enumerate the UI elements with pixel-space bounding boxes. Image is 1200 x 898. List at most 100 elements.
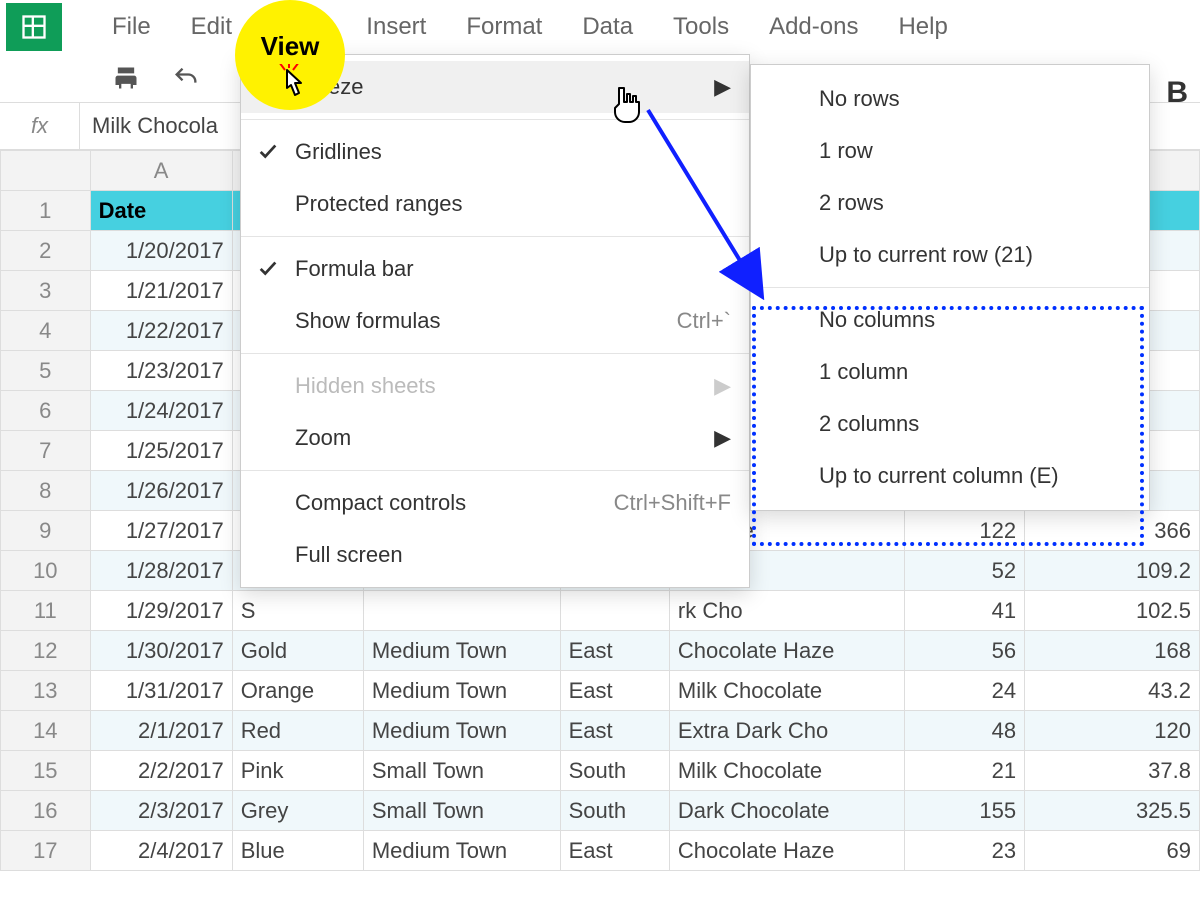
freeze-item[interactable]: Up to current column (E) bbox=[751, 450, 1149, 502]
cell[interactable]: 41 bbox=[904, 591, 1024, 631]
cell[interactable]: 1/29/2017 bbox=[90, 591, 232, 631]
row-number[interactable]: 17 bbox=[1, 831, 91, 871]
cell[interactable]: 1/22/2017 bbox=[90, 311, 232, 351]
table-row[interactable]: 131/31/2017OrangeMedium TownEastMilk Cho… bbox=[1, 671, 1200, 711]
cell[interactable]: East bbox=[560, 711, 669, 751]
freeze-item[interactable]: 2 rows bbox=[751, 177, 1149, 229]
cell[interactable]: East bbox=[560, 631, 669, 671]
table-row[interactable]: 162/3/2017GreySmall TownSouthDark Chocol… bbox=[1, 791, 1200, 831]
cell[interactable]: 102.5 bbox=[1025, 591, 1200, 631]
cell[interactable]: Pink bbox=[232, 751, 363, 791]
freeze-item[interactable]: No columns bbox=[751, 294, 1149, 346]
cell[interactable]: Chocolate Haze bbox=[669, 631, 904, 671]
row-number[interactable]: 5 bbox=[1, 351, 91, 391]
cell[interactable]: 1/25/2017 bbox=[90, 431, 232, 471]
menu-item-gridlines[interactable]: Gridlines bbox=[241, 126, 749, 178]
menu-insert[interactable]: Insert bbox=[346, 9, 446, 45]
cell[interactable]: 325.5 bbox=[1025, 791, 1200, 831]
row-number[interactable]: 1 bbox=[1, 191, 91, 231]
row-number[interactable]: 4 bbox=[1, 311, 91, 351]
menu-item-full-screen[interactable]: Full screen bbox=[241, 529, 749, 581]
row-number[interactable]: 2 bbox=[1, 231, 91, 271]
cell[interactable]: Red bbox=[232, 711, 363, 751]
cell[interactable] bbox=[363, 591, 560, 631]
row-number[interactable]: 14 bbox=[1, 711, 91, 751]
row-number[interactable]: 13 bbox=[1, 671, 91, 711]
app-logo[interactable] bbox=[6, 3, 62, 51]
cell[interactable]: S bbox=[232, 591, 363, 631]
table-row[interactable]: 152/2/2017PinkSmall TownSouthMilk Chocol… bbox=[1, 751, 1200, 791]
cell[interactable]: Medium Town bbox=[363, 711, 560, 751]
cell[interactable]: 2/4/2017 bbox=[90, 831, 232, 871]
cell[interactable]: 1/28/2017 bbox=[90, 551, 232, 591]
freeze-item[interactable]: No rows bbox=[751, 73, 1149, 125]
row-number[interactable]: 10 bbox=[1, 551, 91, 591]
cell[interactable] bbox=[560, 591, 669, 631]
row-number[interactable]: 12 bbox=[1, 631, 91, 671]
cell[interactable]: 43.2 bbox=[1025, 671, 1200, 711]
column-header[interactable]: A bbox=[90, 151, 232, 191]
cell[interactable]: Small Town bbox=[363, 751, 560, 791]
cell[interactable]: Orange bbox=[232, 671, 363, 711]
cell[interactable]: 1/20/2017 bbox=[90, 231, 232, 271]
row-number[interactable]: 7 bbox=[1, 431, 91, 471]
table-row[interactable]: 121/30/2017GoldMedium TownEastChocolate … bbox=[1, 631, 1200, 671]
row-number[interactable]: 8 bbox=[1, 471, 91, 511]
menu-add-ons[interactable]: Add-ons bbox=[749, 9, 878, 45]
row-number[interactable]: 9 bbox=[1, 511, 91, 551]
menu-help[interactable]: Help bbox=[878, 9, 967, 45]
menu-item-show-formulas[interactable]: Show formulasCtrl+` bbox=[241, 295, 749, 347]
menu-data[interactable]: Data bbox=[562, 9, 653, 45]
bold-button[interactable]: B bbox=[1166, 76, 1188, 110]
cell[interactable]: Grey bbox=[232, 791, 363, 831]
cell[interactable]: 69 bbox=[1025, 831, 1200, 871]
freeze-item[interactable]: Up to current row (21) bbox=[751, 229, 1149, 281]
menu-format[interactable]: Format bbox=[446, 9, 562, 45]
cell[interactable]: Chocolate Haze bbox=[669, 831, 904, 871]
cell[interactable]: 366 bbox=[1025, 511, 1200, 551]
cell[interactable]: 37.8 bbox=[1025, 751, 1200, 791]
menu-item-compact-controls[interactable]: Compact controlsCtrl+Shift+F bbox=[241, 477, 749, 529]
cell[interactable]: 1/30/2017 bbox=[90, 631, 232, 671]
menu-item-formula-bar[interactable]: Formula bar bbox=[241, 243, 749, 295]
row-number[interactable]: 6 bbox=[1, 391, 91, 431]
cell[interactable]: Medium Town bbox=[363, 831, 560, 871]
print-icon[interactable] bbox=[110, 62, 142, 94]
cell[interactable]: 168 bbox=[1025, 631, 1200, 671]
cell[interactable]: Gold bbox=[232, 631, 363, 671]
cell[interactable]: Extra Dark Cho bbox=[669, 711, 904, 751]
cell[interactable]: 155 bbox=[904, 791, 1024, 831]
cell[interactable]: 1/21/2017 bbox=[90, 271, 232, 311]
cell[interactable]: 1/27/2017 bbox=[90, 511, 232, 551]
cell[interactable]: 2/1/2017 bbox=[90, 711, 232, 751]
row-number[interactable]: 3 bbox=[1, 271, 91, 311]
freeze-item[interactable]: 2 columns bbox=[751, 398, 1149, 450]
row-number[interactable]: 16 bbox=[1, 791, 91, 831]
cell[interactable]: Medium Town bbox=[363, 671, 560, 711]
cell[interactable]: 48 bbox=[904, 711, 1024, 751]
cell[interactable]: South bbox=[560, 791, 669, 831]
cell[interactable]: Milk Chocolate bbox=[669, 751, 904, 791]
row-number[interactable]: 15 bbox=[1, 751, 91, 791]
cell[interactable]: South bbox=[560, 751, 669, 791]
cell[interactable]: Small Town bbox=[363, 791, 560, 831]
cell[interactable]: Medium Town bbox=[363, 631, 560, 671]
cell[interactable]: 56 bbox=[904, 631, 1024, 671]
cell[interactable]: 24 bbox=[904, 671, 1024, 711]
cell[interactable]: Date bbox=[90, 191, 232, 231]
cell[interactable]: 21 bbox=[904, 751, 1024, 791]
menu-file[interactable]: File bbox=[92, 9, 171, 45]
cell[interactable]: 2/2/2017 bbox=[90, 751, 232, 791]
undo-icon[interactable] bbox=[170, 62, 202, 94]
cell[interactable]: East bbox=[560, 671, 669, 711]
menu-item-zoom[interactable]: Zoom▶ bbox=[241, 412, 749, 464]
cell[interactable]: 1/26/2017 bbox=[90, 471, 232, 511]
table-row[interactable]: 142/1/2017RedMedium TownEastExtra Dark C… bbox=[1, 711, 1200, 751]
cell[interactable]: 1/31/2017 bbox=[90, 671, 232, 711]
freeze-item[interactable]: 1 row bbox=[751, 125, 1149, 177]
menu-tools[interactable]: Tools bbox=[653, 9, 749, 45]
row-number[interactable]: 11 bbox=[1, 591, 91, 631]
freeze-item[interactable]: 1 column bbox=[751, 346, 1149, 398]
cell[interactable]: Milk Chocolate bbox=[669, 671, 904, 711]
cell[interactable]: East bbox=[560, 831, 669, 871]
